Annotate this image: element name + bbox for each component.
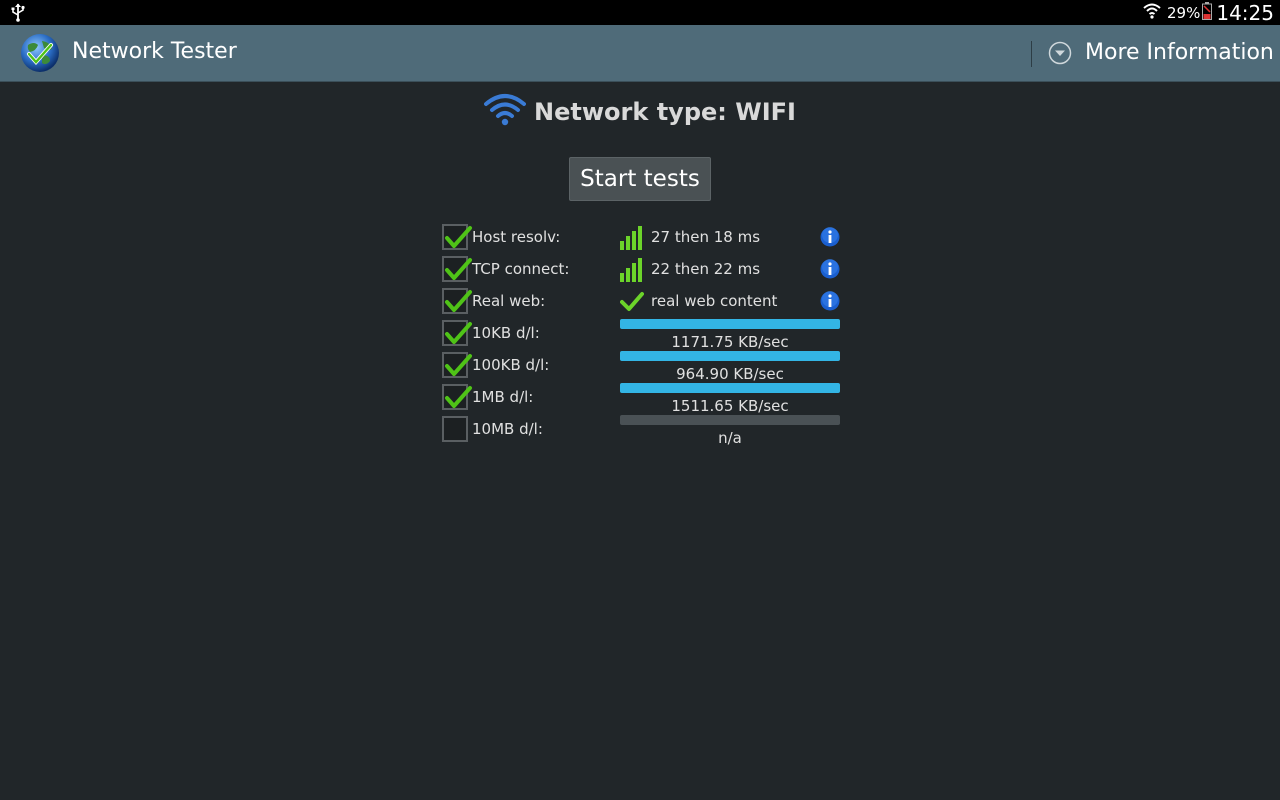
check-icon bbox=[620, 290, 644, 318]
checkbox-10mb[interactable] bbox=[442, 416, 468, 442]
download-row-10mb: 10MB d/l: n/a bbox=[440, 415, 850, 447]
download-label: 1MB d/l: bbox=[472, 388, 534, 406]
test-row-tcp-connect: TCP connect: 22 then 22 ms bbox=[440, 255, 850, 287]
battery-icon bbox=[1202, 1, 1213, 24]
download-speed: 1171.75 KB/sec bbox=[671, 333, 789, 351]
test-label: Real web: bbox=[472, 292, 546, 310]
checkbox-1mb[interactable] bbox=[442, 384, 472, 410]
info-icon[interactable] bbox=[820, 291, 840, 315]
info-icon[interactable] bbox=[820, 227, 840, 251]
download-progress-bar bbox=[620, 415, 840, 425]
battery-percent: 29% bbox=[1167, 3, 1201, 22]
download-label: 10MB d/l: bbox=[472, 420, 543, 438]
action-divider bbox=[1031, 41, 1032, 67]
chevron-down-circle-icon bbox=[1048, 41, 1072, 69]
test-label: TCP connect: bbox=[472, 260, 570, 278]
test-label: Host resolv: bbox=[472, 228, 561, 246]
download-speed: 964.90 KB/sec bbox=[676, 365, 784, 383]
download-progress-bar bbox=[620, 383, 840, 393]
network-type-heading: Network type: WIFI bbox=[0, 92, 1280, 132]
download-speed: 1511.65 KB/sec bbox=[671, 397, 789, 415]
signal-bars-icon bbox=[620, 258, 642, 286]
test-result: real web content bbox=[651, 292, 778, 310]
wifi-icon bbox=[1143, 2, 1161, 24]
status-bar: 29% 14:25 bbox=[0, 0, 1280, 25]
download-progress-bar bbox=[620, 319, 840, 329]
start-tests-button[interactable]: Start tests bbox=[569, 157, 711, 201]
download-speed: n/a bbox=[718, 429, 742, 447]
test-row-host-resolv: Host resolv: 27 then 18 ms bbox=[440, 223, 850, 255]
more-information-button[interactable]: More Information bbox=[1040, 25, 1280, 81]
checkbox-real-web[interactable] bbox=[442, 288, 472, 314]
checkbox-tcp-connect[interactable] bbox=[442, 256, 472, 282]
checkbox-host-resolv[interactable] bbox=[442, 224, 472, 250]
signal-bars-icon bbox=[620, 226, 642, 254]
action-bar: Network Tester More Information bbox=[0, 25, 1280, 82]
test-row-real-web: Real web: real web content bbox=[440, 287, 850, 319]
clock: 14:25 bbox=[1216, 0, 1274, 25]
download-row-10kb: 10KB d/l: 1171.75 KB/sec bbox=[440, 319, 850, 351]
download-row-1mb: 1MB d/l: 1511.65 KB/sec bbox=[440, 383, 850, 415]
checkbox-10kb[interactable] bbox=[442, 320, 472, 346]
app-title: Network Tester bbox=[72, 39, 237, 64]
checkbox-100kb[interactable] bbox=[442, 352, 472, 378]
globe-check-icon[interactable] bbox=[20, 33, 60, 77]
download-label: 100KB d/l: bbox=[472, 356, 550, 374]
download-label: 10KB d/l: bbox=[472, 324, 540, 342]
test-result: 27 then 18 ms bbox=[651, 228, 761, 246]
usb-icon bbox=[10, 3, 26, 26]
wifi-icon bbox=[484, 92, 527, 132]
test-result: 22 then 22 ms bbox=[651, 260, 761, 278]
more-information-label: More Information bbox=[1085, 40, 1274, 65]
network-type-label: Network type: WIFI bbox=[534, 98, 796, 126]
download-progress-bar bbox=[620, 351, 840, 361]
info-icon[interactable] bbox=[820, 259, 840, 283]
download-row-100kb: 100KB d/l: 964.90 KB/sec bbox=[440, 351, 850, 383]
